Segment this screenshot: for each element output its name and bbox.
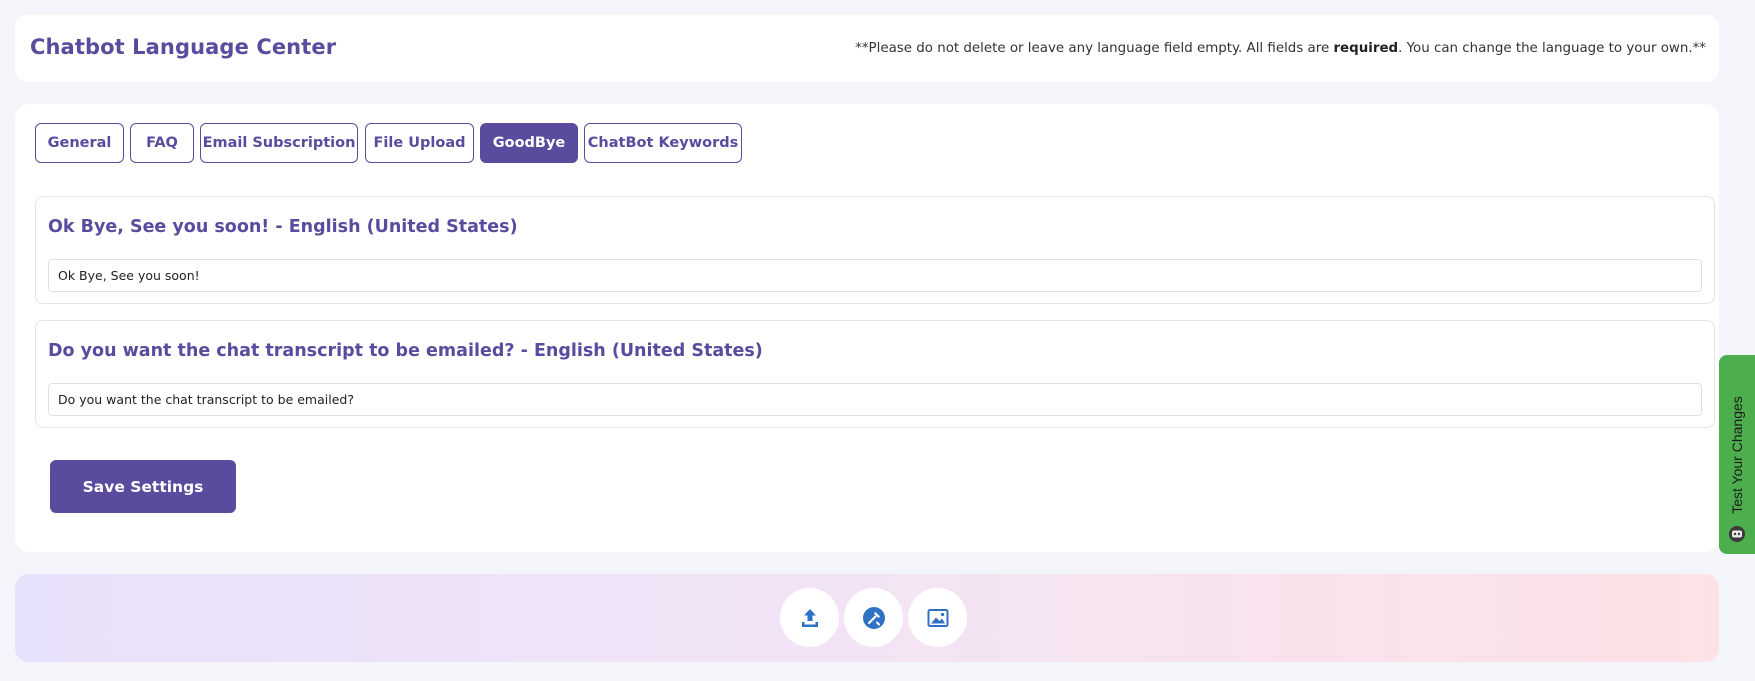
- page-title: Chatbot Language Center: [30, 35, 337, 59]
- save-settings-button[interactable]: Save Settings: [50, 460, 236, 513]
- header-note-suffix: . You can change the language to your ow…: [1398, 41, 1706, 56]
- tab-email-subscription[interactable]: Email Subscription: [200, 123, 358, 163]
- footer-icon-group: [780, 588, 967, 647]
- goodbye-field-input[interactable]: [48, 259, 1702, 292]
- footer-toolbar: [15, 574, 1719, 662]
- tools-icon: [862, 606, 885, 629]
- tab-faq[interactable]: FAQ: [130, 123, 194, 163]
- upload-button[interactable]: [780, 588, 839, 647]
- bot-icon: [1729, 526, 1745, 542]
- transcript-field-label: Do you want the chat transcript to be em…: [48, 341, 763, 361]
- test-your-changes-label: Test Your Changes: [1729, 395, 1745, 514]
- transcript-field-block: Do you want the chat transcript to be em…: [35, 320, 1715, 428]
- test-your-changes-tab[interactable]: Test Your Changes: [1719, 355, 1755, 554]
- main-card: General FAQ Email Subscription File Uplo…: [15, 104, 1719, 552]
- header-note-bold: required: [1333, 41, 1399, 56]
- goodbye-field-label: Ok Bye, See you soon! - English (United …: [48, 217, 518, 237]
- goodbye-field-block: Ok Bye, See you soon! - English (United …: [35, 196, 1715, 304]
- header-note-prefix: **Please do not delete or leave any lang…: [855, 41, 1334, 56]
- transcript-field-input[interactable]: [48, 383, 1702, 416]
- image-icon: [927, 608, 948, 627]
- tab-goodbye[interactable]: GoodBye: [480, 123, 578, 163]
- tools-button[interactable]: [844, 588, 903, 647]
- upload-icon: [801, 608, 818, 627]
- tab-file-upload[interactable]: File Upload: [365, 123, 474, 163]
- image-button[interactable]: [908, 588, 967, 647]
- tab-chatbot-keywords[interactable]: ChatBot Keywords: [584, 123, 742, 163]
- tab-general[interactable]: General: [35, 123, 124, 163]
- header-note: **Please do not delete or leave any lang…: [855, 41, 1706, 56]
- header-card: Chatbot Language Center **Please do not …: [15, 15, 1719, 82]
